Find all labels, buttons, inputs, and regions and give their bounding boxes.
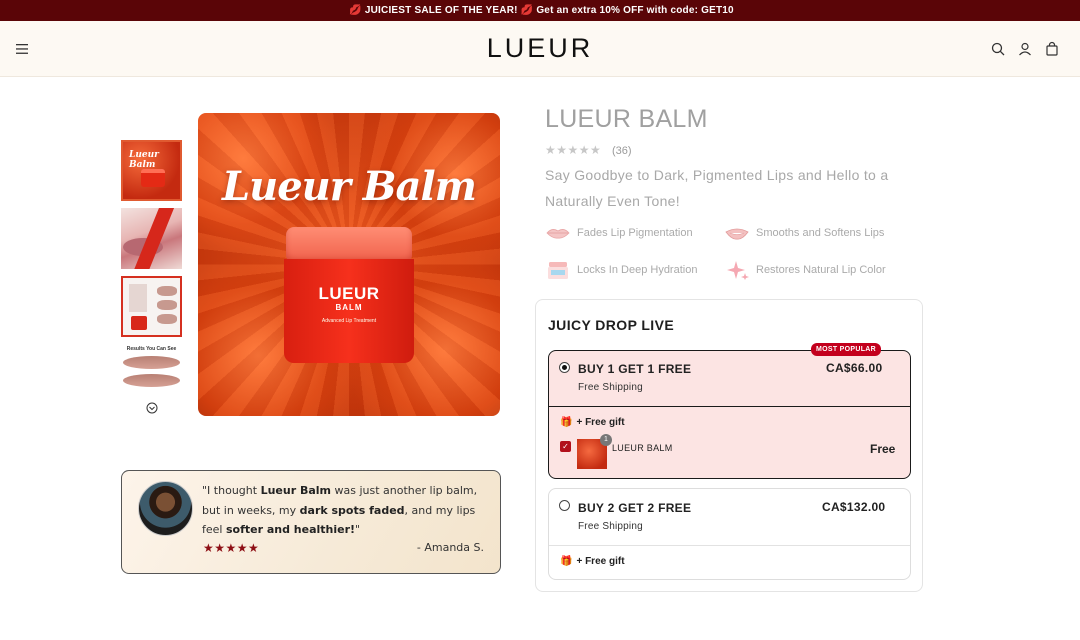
main-image-title: Lueur Balm [222, 163, 477, 210]
thumbnail-4[interactable]: Results You Can See [121, 344, 182, 405]
product-title: LUEUR BALM [545, 105, 708, 133]
gift-product-name: LUEUR BALM [612, 443, 673, 453]
review-author: - Amanda S. [416, 541, 484, 554]
announcement-bar: 💋 JUICIEST SALE OF THE YEAR! 💋 Get an extra… [0, 0, 1080, 21]
announcement-text-1: JUICIEST SALE OF THE YEAR! [364, 5, 518, 16]
review-stars: ★★★★★ [203, 541, 260, 555]
thumbnail-3[interactable] [121, 276, 182, 337]
lips-image [123, 356, 180, 369]
lips-image [157, 286, 177, 296]
option-2-radio[interactable] [559, 500, 570, 511]
chevron-down-icon[interactable] [146, 402, 158, 414]
avatar [138, 481, 193, 536]
jar-brand: LUEUR [318, 284, 380, 303]
lips-emoji-icon: 💋 [520, 5, 534, 16]
feature-item: Smooths and Softens Lips [724, 222, 884, 244]
lips-image [157, 314, 177, 324]
most-popular-badge: MOST POPULAR [811, 343, 881, 356]
feature-item: Restores Natural Lip Color [724, 259, 886, 281]
jar-image [131, 316, 147, 330]
option-1-title: BUY 1 GET 1 FREE [578, 362, 692, 376]
gift-quantity-badge: 1 [600, 434, 612, 446]
rating-stars[interactable]: ★★★★★ [545, 143, 601, 157]
review-card: "I thought Lueur Balm was just another l… [121, 470, 501, 574]
jar-lid [286, 227, 412, 263]
infographic-image [129, 284, 147, 312]
lips-emoji-icon: 💋 [349, 5, 362, 16]
thumbnail-2[interactable] [121, 208, 182, 269]
gift-icon: 🎁 [560, 417, 573, 428]
jar-description: Advanced Lip Treatment [321, 318, 377, 324]
offer-title: JUICY DROP LIVE [548, 317, 675, 333]
option-1-shipping: Free Shipping [578, 382, 643, 393]
thumbnail-4-caption: Results You Can See [126, 346, 177, 352]
feature-item: Locks In Deep Hydration [545, 259, 697, 281]
option-1-price: CA$66.00 [826, 361, 883, 375]
review-quote: "I thought Lueur Balm was just another l… [202, 484, 478, 536]
feature-label: Restores Natural Lip Color [756, 264, 886, 276]
lips-image [123, 374, 180, 387]
option-2-price: CA$132.00 [822, 500, 886, 514]
divider [549, 545, 910, 546]
feature-item: Fades Lip Pigmentation [545, 222, 693, 244]
smile-lips-icon [725, 228, 749, 240]
announcement-text-2: Get an extra 10% OFF with code: GET10 [536, 5, 734, 16]
feature-label: Fades Lip Pigmentation [577, 227, 693, 239]
option-2-shipping: Free Shipping [578, 521, 643, 532]
thumbnail-1[interactable]: Lueur Balm [121, 140, 182, 201]
product-tagline: Say Goodbye to Dark, Pigmented Lips and … [545, 167, 889, 209]
thumbnail-list: Lueur Balm Results You Can See [121, 140, 183, 412]
site-header: LUEUR [0, 21, 1080, 77]
option-1-gift-label: 🎁 + Free gift [560, 417, 625, 428]
account-icon[interactable] [1017, 41, 1033, 57]
option-2-title: BUY 2 GET 2 FREE [578, 501, 692, 515]
gift-icon: 🎁 [560, 556, 573, 567]
lips-image [157, 300, 177, 310]
option-2-gift-label: 🎁 + Free gift [560, 556, 625, 567]
sparkle-icon [727, 261, 749, 280]
cart-icon[interactable] [1044, 41, 1060, 57]
search-icon[interactable] [990, 41, 1006, 57]
main-product-image[interactable]: Lueur Balm LUEUR BALM Advanced Lip Treat… [198, 113, 500, 416]
jar-image [141, 169, 165, 187]
divider [549, 406, 910, 407]
feature-label: Smooths and Softens Lips [756, 227, 885, 239]
gift-checkbox[interactable]: ✓ [560, 441, 571, 452]
site-logo[interactable]: LUEUR [0, 33, 1080, 64]
review-count[interactable]: (36) [612, 145, 632, 157]
jar-sub: BALM [335, 303, 363, 312]
feature-label: Locks In Deep Hydration [577, 264, 698, 276]
lips-icon [546, 229, 570, 239]
thumbnail-1-title: Lueur Balm [129, 150, 159, 170]
option-1-radio[interactable] [559, 362, 570, 373]
jar-icon [548, 262, 568, 279]
gift-price: Free [870, 442, 896, 456]
